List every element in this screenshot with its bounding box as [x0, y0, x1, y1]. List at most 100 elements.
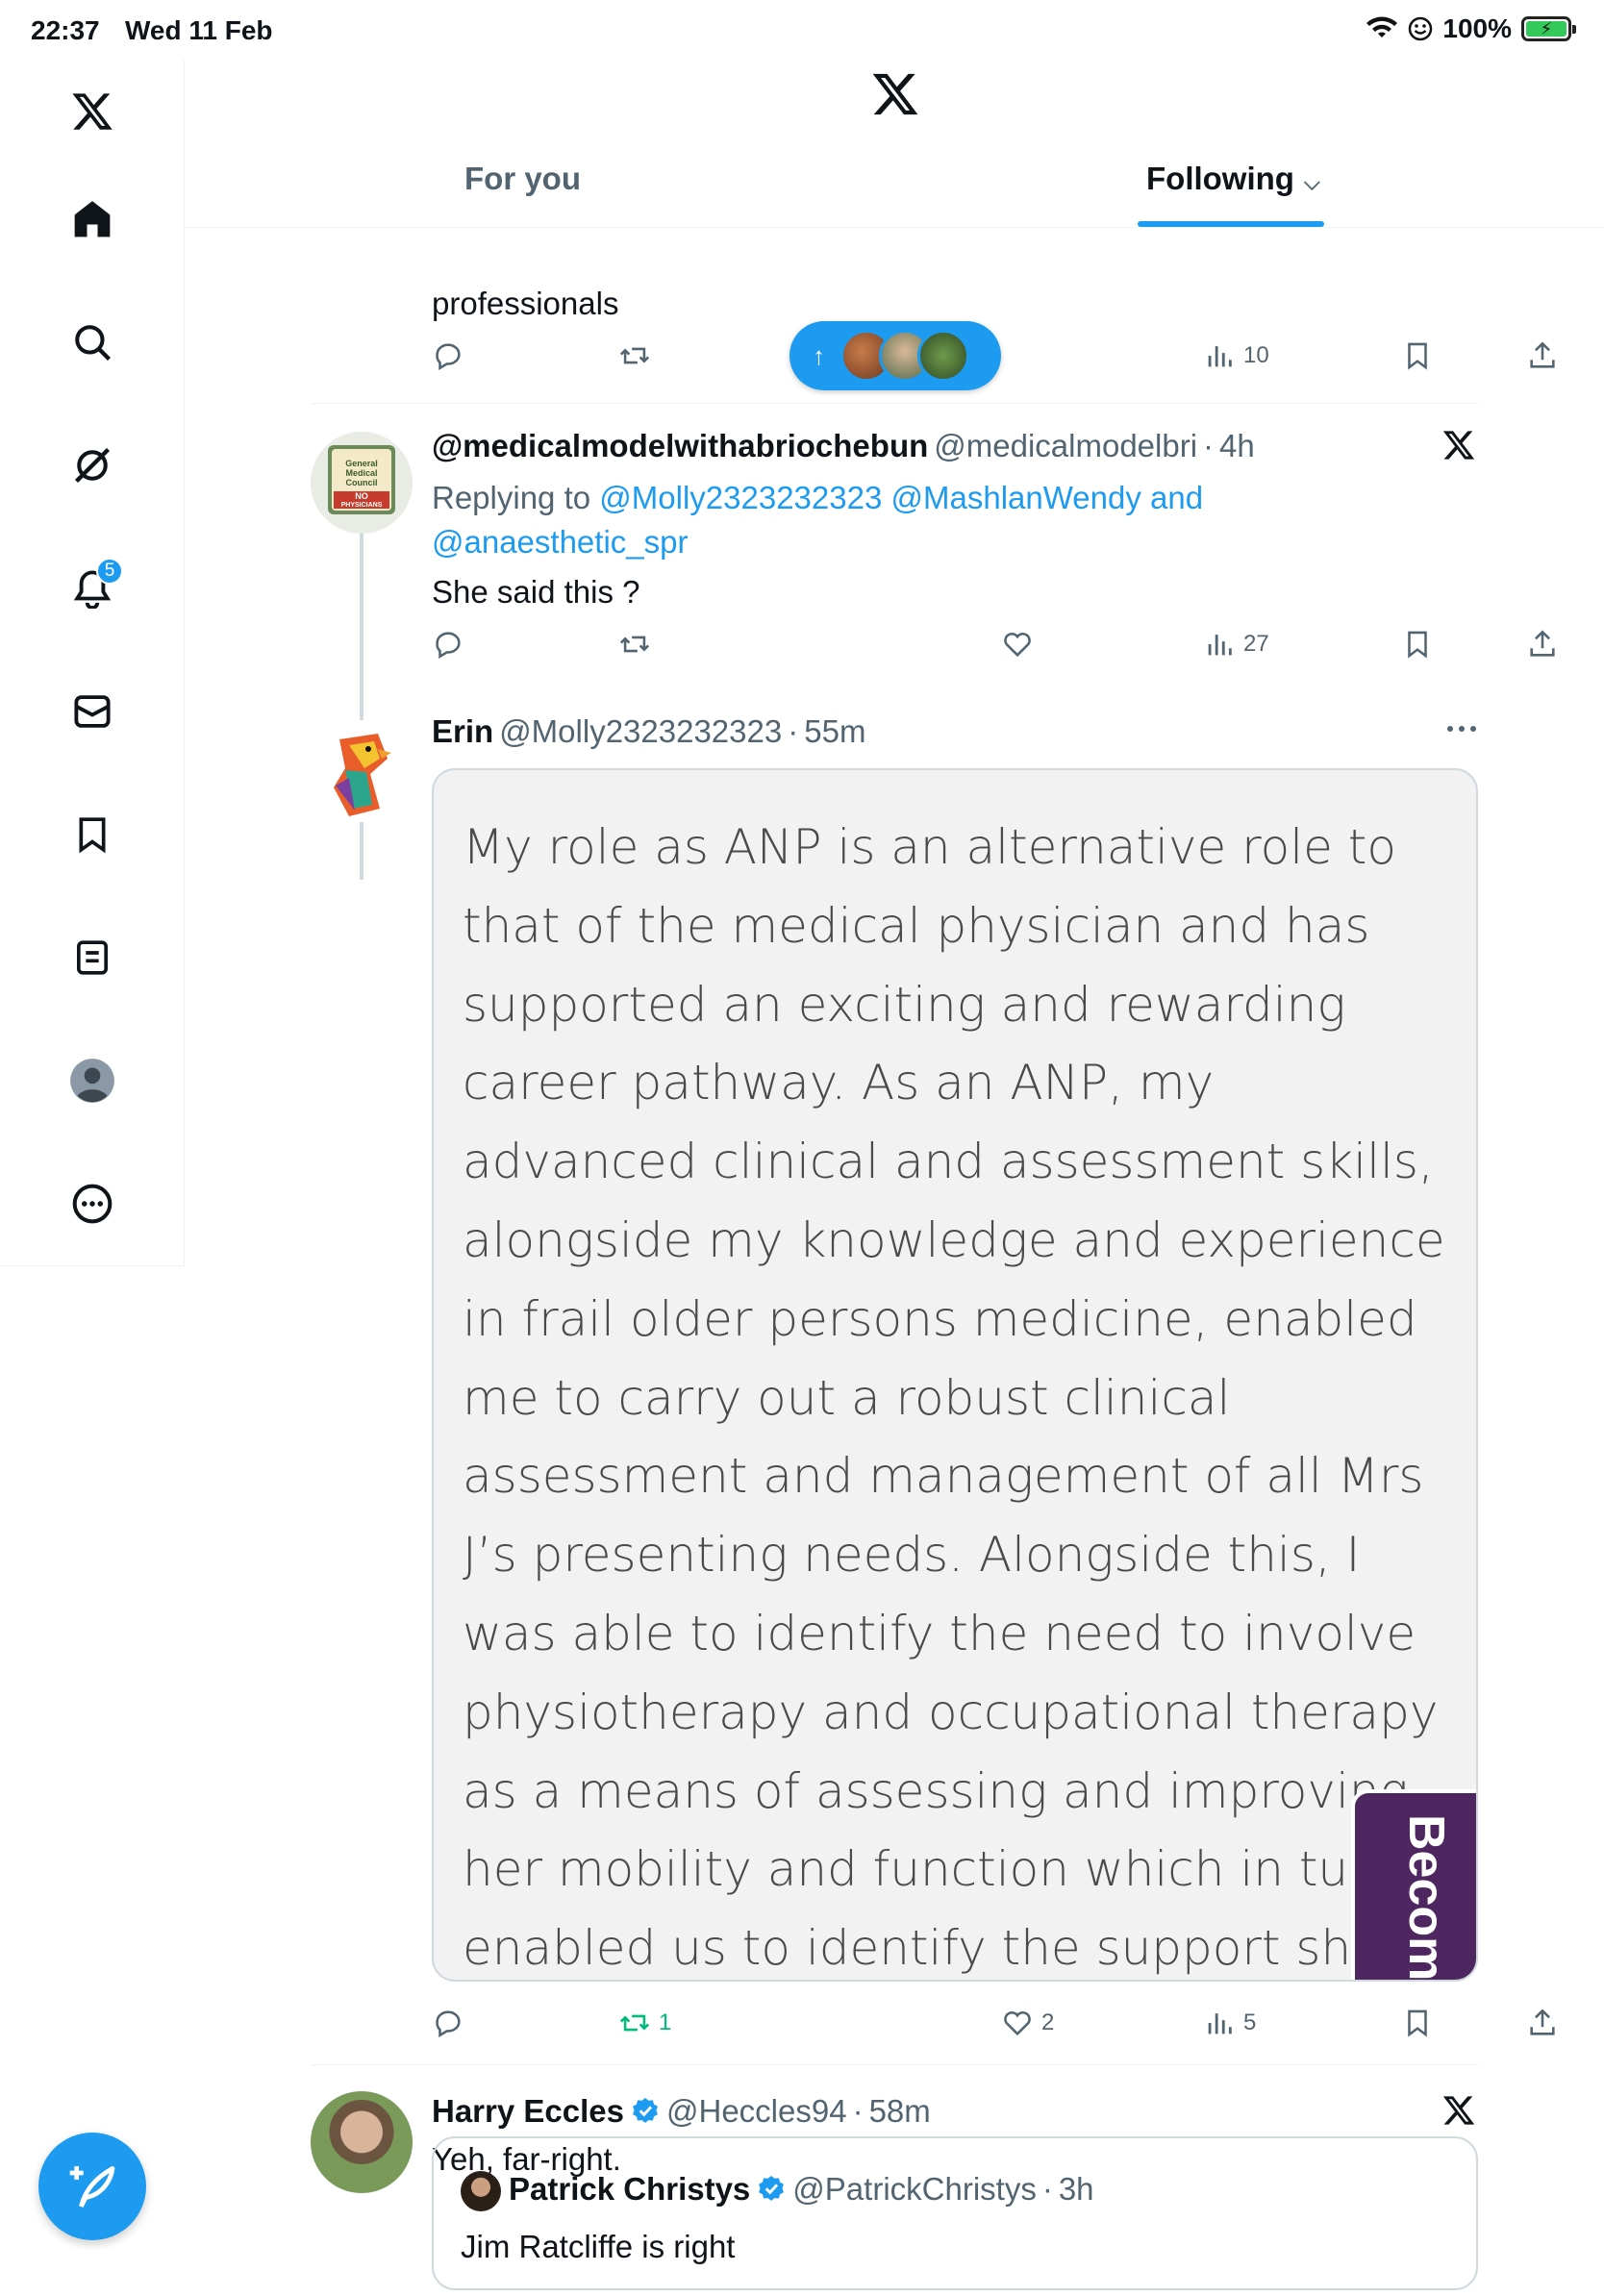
become-banner[interactable]: Becom	[1351, 1789, 1476, 1982]
separator: ·	[852, 2093, 864, 2129]
divider	[311, 403, 1478, 404]
status-time: 22:37	[31, 15, 100, 45]
avatar-text-line: PHYSICIANS	[340, 502, 383, 509]
thread-line	[360, 534, 363, 880]
divider	[311, 2064, 1478, 2065]
top-bar: For you Following ⌵	[186, 60, 1604, 228]
grok-icon[interactable]	[60, 433, 125, 498]
status-right: 100% ⚡	[1366, 13, 1576, 44]
share-icon[interactable]	[1526, 1999, 1559, 2047]
views-count: 10	[1243, 342, 1269, 368]
chevron-down-icon[interactable]: ⌵	[1304, 170, 1320, 195]
like-icon[interactable]	[1001, 620, 1034, 668]
avatar-text: General Medical Council NO PHYSICIANS	[333, 459, 390, 511]
post-header: @medicalmodelwithabriochebun @medicalmod…	[432, 428, 1255, 464]
home-icon[interactable]	[60, 187, 125, 252]
post-text: She said this ?	[432, 574, 640, 610]
battery-percent: 100%	[1442, 13, 1512, 43]
mention-and[interactable]: and	[1150, 480, 1203, 515]
lists-icon[interactable]	[60, 925, 125, 990]
views-icon[interactable]: 10	[1203, 332, 1269, 380]
timestamp: 3h	[1058, 2171, 1094, 2207]
avatar[interactable]	[311, 2091, 413, 2193]
tab-following[interactable]: Following ⌵	[1146, 161, 1320, 197]
profile-icon[interactable]	[60, 1048, 125, 1113]
bookmark-icon[interactable]	[60, 802, 125, 867]
replying-to: Replying to @Molly2323232323 @MashlanWen…	[432, 476, 1393, 564]
post-text: professionals	[432, 286, 619, 321]
views-icon[interactable]: 5	[1203, 1999, 1256, 2047]
views-count: 27	[1243, 631, 1269, 657]
share-icon[interactable]	[1526, 620, 1559, 668]
more-icon[interactable]	[60, 1171, 125, 1236]
avatar	[461, 2171, 501, 2211]
post-image[interactable]: My role as ANP is an alternative role to…	[432, 768, 1478, 1982]
notification-badge: 5	[96, 558, 123, 585]
display-name[interactable]: @medicalmodelwithabriochebun	[432, 428, 928, 464]
avatar-text-line: NO	[355, 491, 368, 501]
compose-icon	[69, 2166, 115, 2209]
views-count: 5	[1243, 2009, 1257, 2035]
timestamp[interactable]: 4h	[1219, 428, 1255, 464]
post-actions: 27	[432, 620, 1555, 668]
avatar[interactable]	[311, 720, 413, 822]
reply-icon[interactable]	[432, 332, 464, 380]
timeline: professionals 10 General Medical Council…	[186, 228, 1604, 2296]
post-header: Erin @Molly2323232323 · 55m	[432, 713, 865, 750]
search-icon[interactable]	[60, 310, 125, 375]
tab-for-you[interactable]: For you	[464, 161, 581, 197]
more-horizontal-icon[interactable]	[1445, 722, 1478, 739]
reply-icon[interactable]	[432, 1999, 464, 2047]
display-name[interactable]: Erin	[432, 713, 493, 750]
tab-following-label: Following	[1146, 161, 1294, 196]
mention-link[interactable]: @Molly2323232323	[599, 480, 882, 515]
separator: ·	[1203, 428, 1215, 463]
compose-button[interactable]	[38, 2133, 146, 2240]
mention-link[interactable]: @MashlanWendy	[891, 480, 1141, 515]
avatar-text-line: Council	[345, 478, 378, 487]
tab-for-you-label: For you	[464, 161, 581, 196]
like-icon[interactable]: 2	[1001, 1999, 1054, 2047]
avatar-text-line: General	[345, 459, 378, 468]
share-icon[interactable]	[1526, 332, 1559, 380]
timestamp[interactable]: 58m	[869, 2093, 931, 2130]
x-logo-icon[interactable]	[1441, 2093, 1476, 2133]
bookmark-icon[interactable]	[1401, 620, 1434, 668]
post-actions: 1 2 5	[432, 1999, 1555, 2047]
mention-link[interactable]: @anaesthetic_spr	[432, 524, 688, 560]
main-column: For you Following ⌵ ↑ professionals 10 G…	[186, 60, 1604, 2296]
retweet-count: 1	[659, 2009, 672, 2035]
timestamp[interactable]: 55m	[804, 713, 865, 750]
retweet-icon[interactable]: 1	[618, 1999, 671, 2047]
handle[interactable]: @medicalmodelbri	[934, 428, 1197, 464]
status-date: Wed 11 Feb	[125, 15, 273, 45]
bell-icon[interactable]: 5	[60, 556, 125, 621]
arrow-up-icon: ↑	[813, 340, 825, 370]
x-logo-icon[interactable]	[870, 69, 920, 124]
new-posts-pill[interactable]: ↑	[789, 321, 1001, 390]
battery-icon: ⚡	[1521, 16, 1576, 41]
views-icon[interactable]: 27	[1203, 620, 1269, 668]
reply-icon[interactable]	[432, 620, 464, 668]
retweet-icon[interactable]	[618, 620, 651, 668]
handle[interactable]: @Heccles94	[666, 2093, 847, 2130]
quoted-text: Jim Ratcliffe is right	[461, 2229, 736, 2264]
verified-icon	[759, 2176, 785, 2201]
verified-icon	[633, 2098, 658, 2123]
bookmark-icon[interactable]	[1401, 1999, 1434, 2047]
handle[interactable]: @Molly2323232323	[499, 713, 782, 750]
focus-smiley-icon	[1409, 16, 1433, 41]
active-tab-indicator	[1138, 221, 1324, 227]
avatar-text-line: Medical	[345, 468, 378, 478]
mail-icon[interactable]	[60, 679, 125, 744]
x-logo-icon[interactable]	[1441, 428, 1476, 467]
quoted-post[interactable]: Patrick Christys @PatrickChristys · 3h J…	[432, 2136, 1478, 2290]
display-name[interactable]: Harry Eccles	[432, 2093, 624, 2130]
x-logo-icon[interactable]	[60, 79, 125, 144]
avatar	[917, 330, 969, 382]
become-banner-label: Becom	[1398, 1814, 1454, 1982]
post-header: Harry Eccles @Heccles94 · 58m	[432, 2093, 931, 2130]
replying-prefix: Replying to	[432, 480, 591, 515]
bookmark-icon[interactable]	[1401, 332, 1434, 380]
retweet-icon[interactable]	[618, 332, 651, 380]
